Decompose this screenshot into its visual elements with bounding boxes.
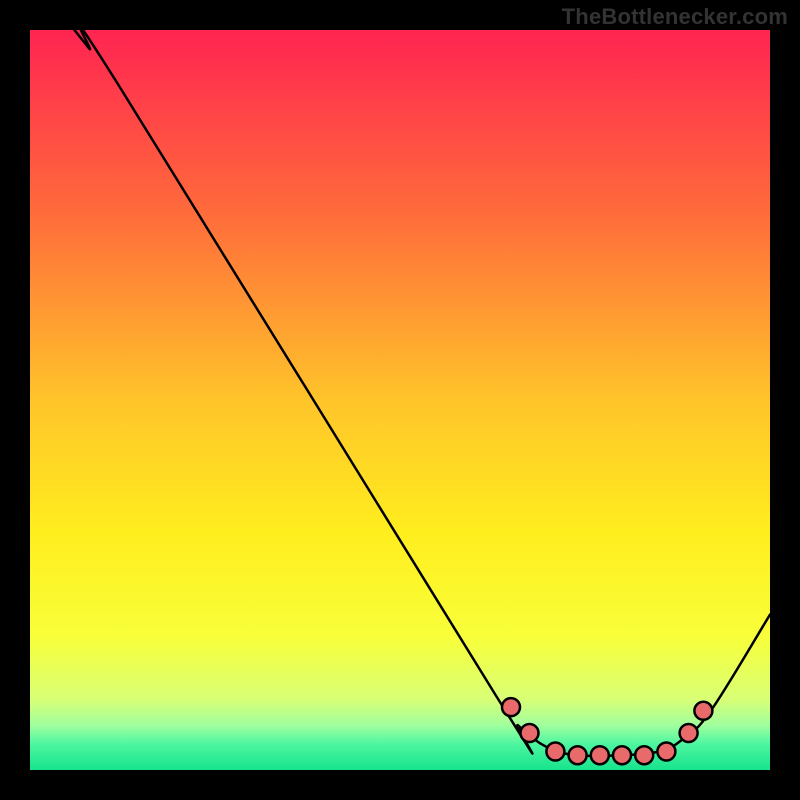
marker-group — [502, 698, 712, 764]
chart-svg — [30, 30, 770, 770]
data-marker — [694, 702, 712, 720]
data-marker — [546, 743, 564, 761]
data-marker — [569, 746, 587, 764]
data-marker — [521, 724, 539, 742]
data-marker — [613, 746, 631, 764]
data-marker — [591, 746, 609, 764]
watermark-text: TheBottlenecker.com — [562, 4, 788, 30]
plot-area — [30, 30, 770, 770]
bottleneck-curve — [74, 30, 770, 756]
data-marker — [502, 698, 520, 716]
data-marker — [657, 743, 675, 761]
data-marker — [680, 724, 698, 742]
data-marker — [635, 746, 653, 764]
chart-frame: TheBottlenecker.com — [0, 0, 800, 800]
